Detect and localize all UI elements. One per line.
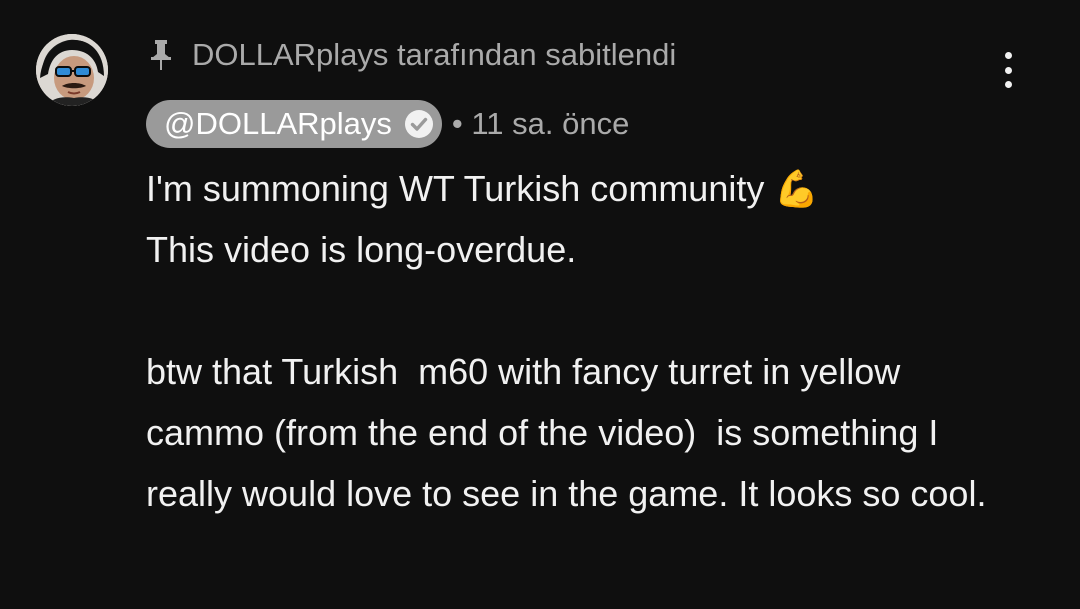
pin-icon [148,38,174,72]
verified-checkmark-icon [404,109,434,139]
more-options-button[interactable] [988,46,1028,94]
pinned-comment: DOLLARplays tarafından sabitlendi @DOLLA… [0,0,1080,609]
avatar[interactable] [36,34,108,106]
author-name[interactable]: @DOLLARplays [164,106,392,142]
comment-timestamp[interactable]: • 11 sa. önce [452,106,629,142]
pinned-label: DOLLARplays tarafından sabitlendi [192,37,677,72]
author-chip[interactable]: @DOLLARplays [146,100,442,148]
more-vert-icon-dot-bottom [1004,81,1012,88]
more-vert-icon-dot-middle [1004,66,1012,74]
comment-header: @DOLLARplays • 11 sa. önce [146,100,629,148]
more-vert-icon-dot-top [1004,52,1012,59]
comment-text: I'm summoning WT Turkish community 💪 Thi… [146,168,987,514]
pinned-indicator: DOLLARplays tarafından sabitlendi [148,34,676,76]
avatar-image [36,34,108,106]
